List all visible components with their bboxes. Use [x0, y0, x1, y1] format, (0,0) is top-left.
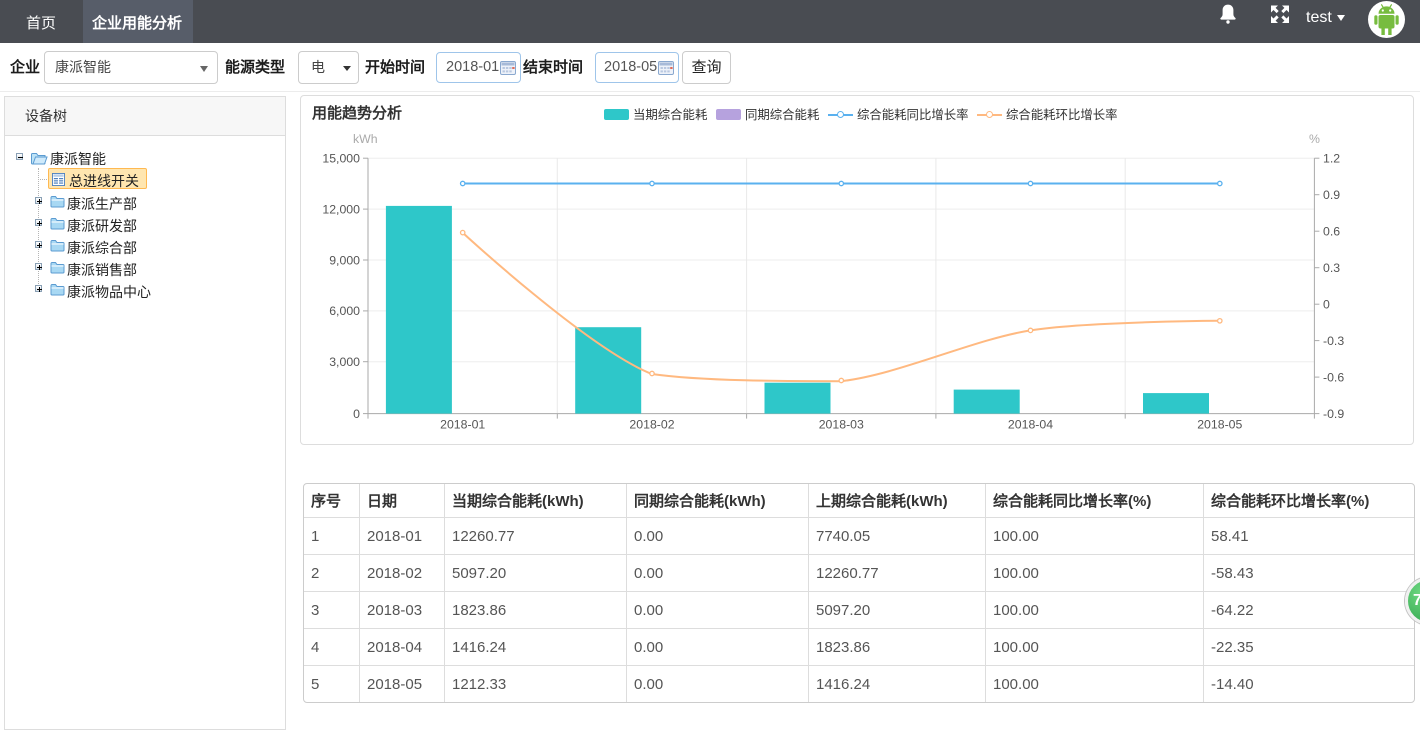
svg-text:6,000: 6,000: [329, 304, 360, 318]
svg-text:2018-05: 2018-05: [1197, 418, 1242, 432]
svg-text:2018-04: 2018-04: [1008, 418, 1053, 432]
svg-text:3,000: 3,000: [329, 355, 360, 369]
svg-text:-0.6: -0.6: [1323, 370, 1344, 384]
svg-text:0: 0: [1323, 298, 1330, 312]
svg-text:15,000: 15,000: [322, 152, 360, 166]
svg-text:0.3: 0.3: [1323, 261, 1340, 275]
svg-text:-0.3: -0.3: [1323, 334, 1344, 348]
svg-text:2018-02: 2018-02: [629, 418, 674, 432]
svg-text:0: 0: [353, 407, 360, 421]
svg-text:2018-03: 2018-03: [819, 418, 864, 432]
svg-text:kWh: kWh: [353, 132, 378, 146]
svg-text:2018-01: 2018-01: [440, 418, 485, 432]
svg-text:%: %: [1309, 132, 1320, 146]
svg-text:-0.9: -0.9: [1323, 407, 1344, 421]
svg-text:9,000: 9,000: [329, 253, 360, 267]
svg-text:12,000: 12,000: [322, 202, 360, 216]
svg-text:0.6: 0.6: [1323, 225, 1340, 239]
svg-text:0.9: 0.9: [1323, 188, 1340, 202]
svg-text:1.2: 1.2: [1323, 152, 1340, 166]
